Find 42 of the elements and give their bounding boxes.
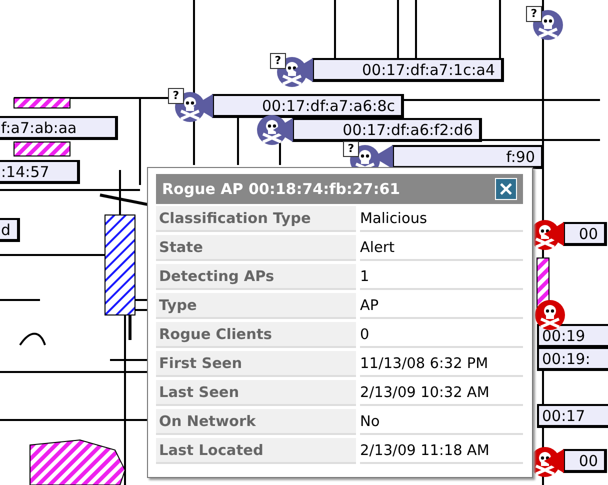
unknown-badge: ? [343,141,359,157]
field-label: Rogue Clients [156,322,356,348]
field-value: No [360,409,523,435]
field-label: Detecting APs [156,264,356,290]
pointer-icon [293,58,313,82]
popup-title: Rogue AP 00:18:74:fb:27:61 [162,180,400,198]
mac-label[interactable]: f:90 [392,145,544,169]
mac-label[interactable]: d [0,218,20,242]
pointer-icon [193,94,213,118]
mac-label[interactable]: :14:57 [0,160,80,184]
mac-label[interactable]: 00:17:df:a7:a6:8c [212,94,404,118]
field-label: State [156,235,356,261]
field-value: Alert [360,235,523,261]
unknown-badge: ? [526,6,542,22]
close-icon [499,182,513,196]
field-label: Classification Type [156,206,356,232]
mac-label[interactable]: 00:19: [537,347,608,371]
close-button[interactable] [495,178,517,200]
unknown-badge: ? [270,53,286,69]
field-value: AP [360,293,523,319]
mac-label[interactable]: 00:17 [537,404,608,428]
field-value: 1 [360,264,523,290]
field-value: 2/13/09 10:32 AM [360,380,523,406]
mac-label[interactable]: f:a7:ab:aa [0,116,118,140]
field-label: Type [156,293,356,319]
field-value: Malicious [360,206,523,232]
field-label: Last Seen [156,380,356,406]
field-label: On Network [156,409,356,435]
mac-label[interactable]: 00:17:df:a6:f2:d6 [292,118,482,142]
field-label: First Seen [156,351,356,377]
pointer-icon [544,222,564,246]
mac-label[interactable]: 00:19 [537,324,608,348]
mac-label[interactable]: 00 [563,449,607,473]
field-value: 11/13/08 6:32 PM [360,351,523,377]
mac-label[interactable]: 00:17:df:a7:1c:a4 [312,58,504,82]
mac-label[interactable]: 00 [563,222,607,246]
field-label: Last Located [156,438,356,464]
field-value: 0 [360,322,523,348]
pointer-icon [273,118,293,142]
field-value: 2/13/09 11:18 AM [360,438,523,464]
unknown-badge: ? [168,88,184,104]
pointer-icon [544,449,564,473]
